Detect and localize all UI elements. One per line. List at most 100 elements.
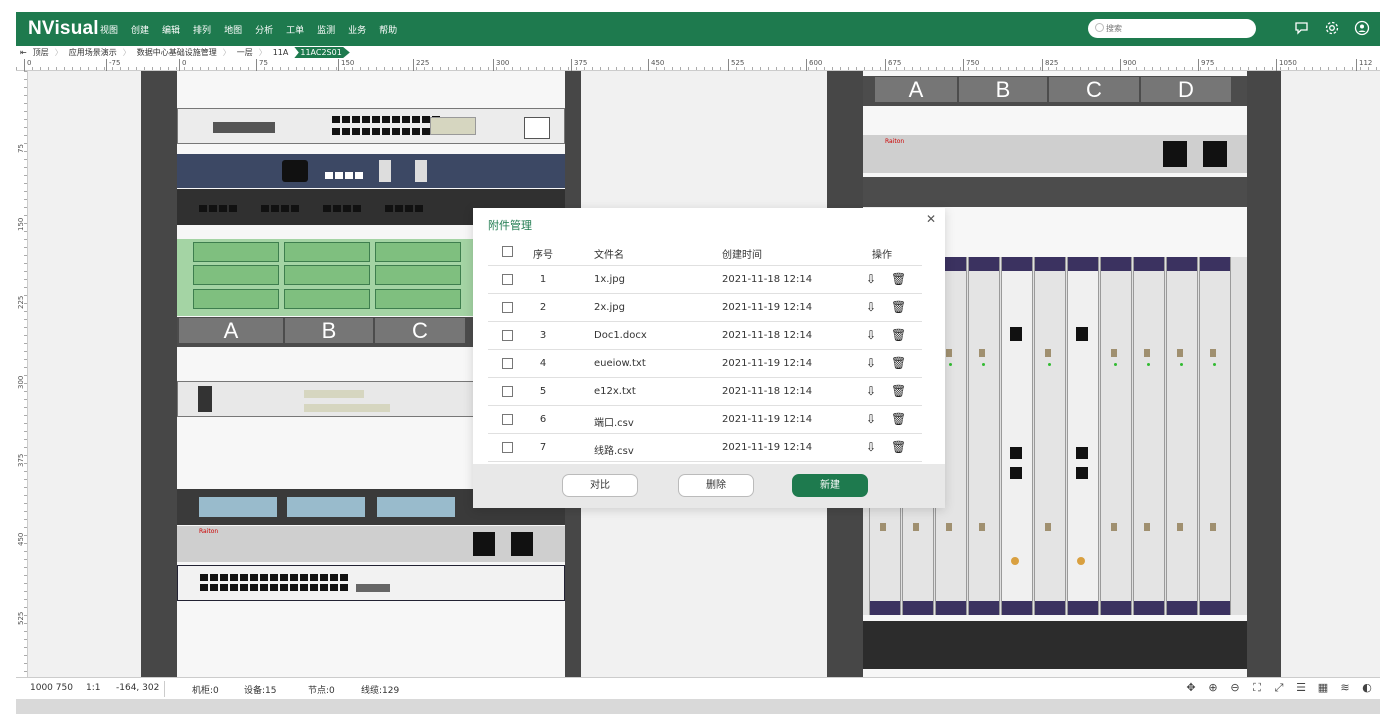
row-actions: ⇩ 🗑 <box>864 328 906 342</box>
zoom-in-icon[interactable]: ⊕ <box>1206 681 1220 695</box>
table-row[interactable]: 3 Doc1.docx 2021-11-18 12:14 ⇩ 🗑 <box>488 322 922 350</box>
chat-icon[interactable] <box>1294 20 1310 36</box>
ruler-tick: 750 <box>963 59 979 71</box>
menu-item-workorder[interactable]: 工单 <box>286 23 304 36</box>
ruler-tick: 1050 <box>1276 59 1297 71</box>
power-device[interactable] <box>177 154 565 188</box>
breadcrumb-item[interactable]: 数据中心基础设施管理 <box>137 47 217 58</box>
row-created: 2021-11-18 12:14 <box>722 274 813 285</box>
trash-icon[interactable]: 🗑 <box>891 300 906 314</box>
download-icon[interactable]: ⇩ <box>864 412 878 426</box>
canvas-size: 1000 750 <box>30 683 73 693</box>
control-card[interactable] <box>1001 257 1033 615</box>
line-card[interactable] <box>1133 257 1165 615</box>
app-window: NVisual 视图 创建 编辑 排列 地图 分析 工单 监测 业务 帮助 搜索… <box>16 12 1380 714</box>
menu-item-edit[interactable]: 编辑 <box>162 23 180 36</box>
list-icon[interactable]: ☰ <box>1294 681 1308 695</box>
row-created: 2021-11-19 12:14 <box>722 302 813 313</box>
line-card[interactable] <box>1100 257 1132 615</box>
line-card[interactable] <box>1199 257 1231 615</box>
menu-item-business[interactable]: 业务 <box>348 23 366 36</box>
table-row[interactable]: 4 eueiow.txt 2021-11-19 12:14 ⇩ 🗑 <box>488 350 922 378</box>
row-checkbox[interactable] <box>502 302 513 313</box>
row-checkbox[interactable] <box>502 414 513 425</box>
download-icon[interactable]: ⇩ <box>864 356 878 370</box>
download-icon[interactable]: ⇩ <box>864 300 878 314</box>
menu-item-analysis[interactable]: 分析 <box>255 23 273 36</box>
download-icon[interactable]: ⇩ <box>864 328 878 342</box>
breadcrumb-separator: 〉 <box>222 48 231 57</box>
switch-device[interactable] <box>177 565 565 601</box>
menu-item-view[interactable]: 视图 <box>100 23 118 36</box>
user-icon[interactable] <box>1354 20 1370 36</box>
row-checkbox[interactable] <box>502 358 513 369</box>
ruler-tick: 150 <box>338 59 354 71</box>
breadcrumb-item[interactable]: 一层 <box>237 47 253 58</box>
line-card[interactable] <box>1166 257 1198 615</box>
zoom-out-icon[interactable]: ⊖ <box>1228 681 1242 695</box>
cabinet-count: 机柜:0 <box>192 686 219 696</box>
table-row[interactable]: 6 端口.csv 2021-11-19 12:14 ⇩ 🗑 <box>488 406 922 434</box>
menu-item-arrange[interactable]: 排列 <box>193 23 211 36</box>
port-group <box>261 205 299 212</box>
top-icons <box>1294 20 1370 36</box>
table-row[interactable]: 7 线路.csv 2021-11-19 12:14 ⇩ 🗑 <box>488 434 922 462</box>
settings-icon[interactable] <box>1324 20 1340 36</box>
trash-icon[interactable]: 🗑 <box>891 384 906 398</box>
trash-icon[interactable]: 🗑 <box>891 412 906 426</box>
control-card[interactable] <box>1067 257 1099 615</box>
blank-panel <box>863 177 1247 207</box>
delete-button[interactable]: 删除 <box>678 474 754 497</box>
table-row[interactable]: 5 e12x.txt 2021-11-18 12:14 ⇩ 🗑 <box>488 378 922 406</box>
breadcrumb-current[interactable]: 11AC2S01 <box>294 47 350 58</box>
menu-item-help[interactable]: 帮助 <box>379 23 397 36</box>
breadcrumb-item[interactable]: 应用场景演示 <box>69 47 117 58</box>
slot-label: A <box>875 77 957 102</box>
fit-icon[interactable]: ⛶ <box>1250 681 1264 695</box>
ruler-tick: 600 <box>806 59 822 71</box>
menu-item-map[interactable]: 地图 <box>224 23 242 36</box>
trash-icon[interactable]: 🗑 <box>891 272 906 286</box>
breadcrumb-item[interactable]: 顶层 <box>33 47 49 58</box>
select-all-checkbox[interactable] <box>502 246 513 257</box>
layers-icon[interactable]: ≋ <box>1338 681 1352 695</box>
pdu-device[interactable]: Raiton <box>863 135 1247 173</box>
row-checkbox[interactable] <box>502 442 513 453</box>
row-filename: 线路.csv <box>594 446 634 457</box>
compare-button[interactable]: 对比 <box>562 474 638 497</box>
menu-item-monitor[interactable]: 监测 <box>317 23 335 36</box>
layout-icon[interactable]: ▦ <box>1316 681 1330 695</box>
pdu-device[interactable]: Raiton <box>177 526 565 562</box>
fullscreen-icon[interactable]: ⤢ <box>1272 681 1286 695</box>
breadcrumb-toggle-icon[interactable]: ⇤ <box>20 48 27 57</box>
trash-icon[interactable]: 🗑 <box>891 328 906 342</box>
download-icon[interactable]: ⇩ <box>864 272 878 286</box>
port-group <box>323 205 361 212</box>
search-box[interactable] <box>1088 19 1256 38</box>
download-icon[interactable]: ⇩ <box>864 384 878 398</box>
table-row[interactable]: 2 2x.jpg 2021-11-19 12:14 ⇩ 🗑 <box>488 294 922 322</box>
download-icon[interactable]: ⇩ <box>864 440 878 454</box>
row-checkbox[interactable] <box>502 330 513 341</box>
line-card[interactable] <box>1034 257 1066 615</box>
port-group <box>199 205 237 212</box>
ruler-tick: 150 <box>17 217 25 231</box>
breadcrumb-item[interactable]: 11A <box>273 48 289 57</box>
search-input[interactable] <box>1106 21 1246 35</box>
trash-icon[interactable]: 🗑 <box>891 440 906 454</box>
table-row[interactable]: 1 1x.jpg 2021-11-18 12:14 ⇩ 🗑 <box>488 266 922 294</box>
toggle-icon[interactable]: ◐ <box>1360 681 1374 695</box>
close-icon[interactable]: ✕ <box>926 212 936 226</box>
fan-tray[interactable] <box>863 621 1247 669</box>
port-group <box>325 172 363 179</box>
menu-item-create[interactable]: 创建 <box>131 23 149 36</box>
trash-icon[interactable]: 🗑 <box>891 356 906 370</box>
row-checkbox[interactable] <box>502 274 513 285</box>
switch-device[interactable] <box>177 108 565 144</box>
new-button[interactable]: 新建 <box>792 474 868 497</box>
slot-label: B <box>959 77 1047 102</box>
move-icon[interactable]: ✥ <box>1184 681 1198 695</box>
row-checkbox[interactable] <box>502 386 513 397</box>
line-card[interactable] <box>968 257 1000 615</box>
app-logo[interactable]: NVisual <box>28 18 99 40</box>
